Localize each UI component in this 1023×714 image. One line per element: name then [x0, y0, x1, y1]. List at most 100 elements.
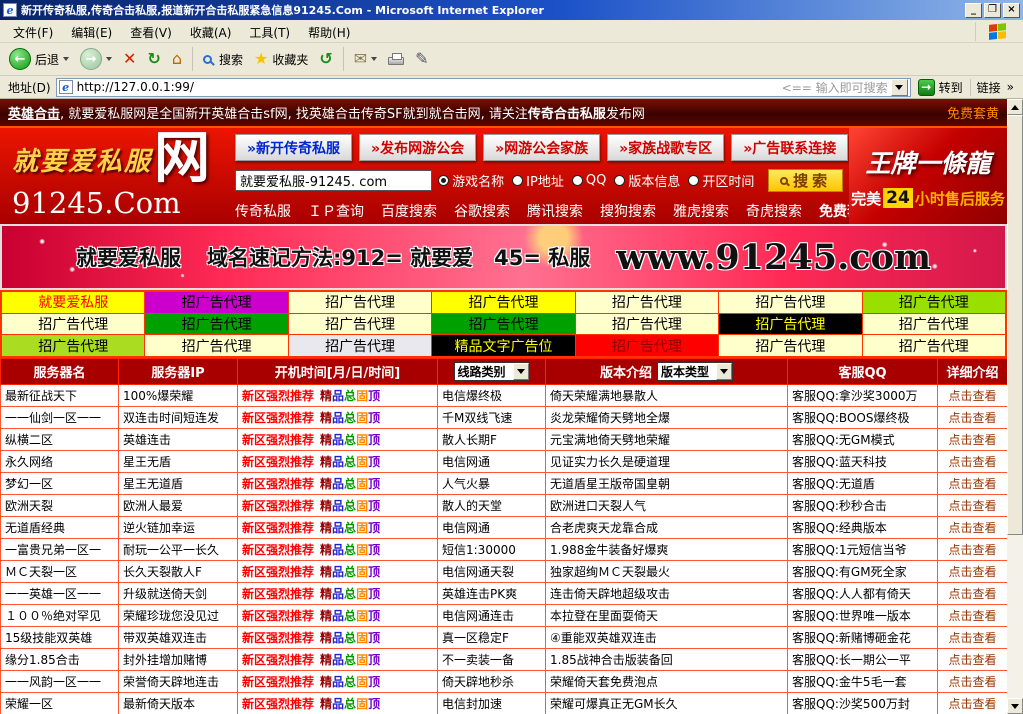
- site-logo[interactable]: 就要爱私服 网 91245.Com: [0, 128, 233, 224]
- detail-link[interactable]: 点击查看: [948, 477, 996, 491]
- ad-cell[interactable]: 就要爱私服: [2, 292, 144, 313]
- ad-cell[interactable]: 招广告代理: [863, 292, 1005, 313]
- menu-item[interactable]: 工具(T): [240, 23, 299, 43]
- quick-link[interactable]: 奇虎搜索: [746, 201, 802, 221]
- restore-button[interactable]: ❐: [984, 3, 1001, 18]
- detail-link[interactable]: 点击查看: [948, 697, 996, 711]
- quick-link[interactable]: 腾讯搜索: [527, 201, 583, 221]
- ad-cell[interactable]: 招广告代理: [719, 335, 861, 356]
- search-type-radio[interactable]: 版本信息: [614, 171, 680, 190]
- version-type-select[interactable]: 版本类型: [657, 362, 733, 381]
- quick-link[interactable]: 搜狗搜索: [600, 201, 656, 221]
- ad-cell[interactable]: 招广告代理: [432, 292, 574, 313]
- ad-cell[interactable]: 招广告代理: [145, 292, 287, 313]
- site-search-button[interactable]: 搜索: [768, 169, 843, 192]
- ad-cell[interactable]: 招广告代理: [289, 335, 431, 356]
- refresh-button[interactable]: ↻: [142, 49, 165, 69]
- home-button[interactable]: ⌂: [167, 49, 187, 69]
- detail-link[interactable]: 点击查看: [948, 609, 996, 623]
- address-field[interactable]: e <== 输入即可搜索: [56, 78, 911, 97]
- address-dropdown-button[interactable]: [891, 79, 908, 96]
- ad-cell[interactable]: 招广告代理: [719, 292, 861, 313]
- mail-dropdown-icon[interactable]: [371, 57, 377, 61]
- detail-link[interactable]: 点击查看: [948, 675, 996, 689]
- vertical-scrollbar[interactable]: [1007, 99, 1023, 714]
- search-type-radio[interactable]: 开区时间: [688, 171, 754, 190]
- detail-link[interactable]: 点击查看: [948, 631, 996, 645]
- print-button[interactable]: [383, 51, 409, 67]
- ad-cell[interactable]: 招广告代理: [719, 314, 861, 335]
- scroll-down-button[interactable]: [1007, 698, 1023, 714]
- version-select-arrow-icon[interactable]: [716, 363, 732, 380]
- forward-button[interactable]: →: [75, 46, 117, 72]
- quick-link[interactable]: ＩＰ查询: [308, 201, 364, 221]
- search-type-radio[interactable]: QQ: [572, 173, 606, 188]
- edit-button[interactable]: ✎: [410, 49, 433, 69]
- server-search-input[interactable]: [235, 170, 432, 191]
- detail-link[interactable]: 点击查看: [948, 587, 996, 601]
- go-button[interactable]: → 转到: [911, 78, 970, 97]
- ad-cell[interactable]: 招广告代理: [289, 314, 431, 335]
- ad-cell[interactable]: 招广告代理: [2, 335, 144, 356]
- ad-cell[interactable]: 招广告代理: [2, 314, 144, 335]
- menu-item[interactable]: 帮助(H): [299, 23, 359, 43]
- detail-link[interactable]: 点击查看: [948, 389, 996, 403]
- scroll-up-button[interactable]: [1007, 99, 1023, 115]
- ad-cell[interactable]: 招广告代理: [576, 292, 718, 313]
- back-dropdown-icon[interactable]: [63, 57, 69, 61]
- quick-link[interactable]: 传奇私服: [235, 201, 291, 221]
- detail-link[interactable]: 点击查看: [948, 543, 996, 557]
- back-button[interactable]: ← 后退: [4, 46, 74, 72]
- ad-cell[interactable]: 招广告代理: [145, 314, 287, 335]
- minimize-button[interactable]: _: [965, 3, 982, 18]
- detail-link[interactable]: 点击查看: [948, 499, 996, 513]
- menu-item[interactable]: 文件(F): [4, 23, 62, 43]
- detail-link[interactable]: 点击查看: [948, 455, 996, 469]
- detail-link[interactable]: 点击查看: [948, 565, 996, 579]
- mail-button[interactable]: ✉: [349, 49, 382, 69]
- nav-button[interactable]: »网游公会家族: [483, 134, 600, 161]
- stop-button[interactable]: ✕: [118, 49, 141, 69]
- notice-highlight[interactable]: 英雄合击: [8, 107, 60, 122]
- radio-icon[interactable]: [512, 175, 523, 186]
- ad-cell[interactable]: 招广告代理: [863, 314, 1005, 335]
- ad-cell[interactable]: 精品文字广告位: [432, 335, 574, 356]
- ad-cell[interactable]: 招广告代理: [289, 292, 431, 313]
- detail-link[interactable]: 点击查看: [948, 521, 996, 535]
- quick-link[interactable]: 雅虎搜索: [673, 201, 729, 221]
- service-banner[interactable]: 王牌一條龍 完美 24 小时售后服务: [849, 128, 1007, 224]
- menu-item[interactable]: 收藏(A): [181, 23, 241, 43]
- detail-link[interactable]: 点击查看: [948, 411, 996, 425]
- notice-right-link[interactable]: 免费套黄: [947, 103, 999, 122]
- favorites-button[interactable]: ★ 收藏夹: [249, 49, 313, 70]
- detail-link[interactable]: 点击查看: [948, 433, 996, 447]
- close-button[interactable]: ×: [1003, 3, 1020, 18]
- search-type-radio[interactable]: 游戏名称: [438, 171, 504, 190]
- ad-cell[interactable]: 招广告代理: [576, 335, 718, 356]
- ad-cell[interactable]: 招广告代理: [145, 335, 287, 356]
- links-bar[interactable]: 链接 »: [970, 79, 1020, 96]
- search-type-radio[interactable]: IP地址: [512, 171, 564, 190]
- ad-cell[interactable]: 招广告代理: [576, 314, 718, 335]
- nav-button[interactable]: »广告联系连接: [731, 134, 848, 161]
- nav-button[interactable]: »发布网游公会: [359, 134, 476, 161]
- nav-button[interactable]: »新开传奇私服: [235, 134, 352, 161]
- radio-icon[interactable]: [688, 175, 699, 186]
- detail-link[interactable]: 点击查看: [948, 653, 996, 667]
- forward-dropdown-icon[interactable]: [106, 57, 112, 61]
- scroll-thumb[interactable]: [1007, 115, 1023, 535]
- address-input[interactable]: [77, 80, 782, 95]
- ad-cell[interactable]: 招广告代理: [863, 335, 1005, 356]
- ad-cell[interactable]: 招广告代理: [432, 314, 574, 335]
- radio-icon[interactable]: [572, 175, 583, 186]
- history-button[interactable]: ↺: [314, 49, 337, 69]
- quick-link[interactable]: 百度搜索: [381, 201, 437, 221]
- line-type-select[interactable]: 线路类别: [454, 362, 530, 381]
- radio-icon[interactable]: [614, 175, 625, 186]
- domain-banner[interactable]: 就要爱私服 域名速记方法:912= 就要爱 45= 私服 www.91245.c…: [0, 224, 1007, 290]
- nav-button[interactable]: »家族战歌专区: [607, 134, 724, 161]
- search-button[interactable]: 搜索: [198, 49, 248, 70]
- menu-item[interactable]: 编辑(E): [62, 23, 121, 43]
- menu-item[interactable]: 查看(V): [121, 23, 181, 43]
- line-select-arrow-icon[interactable]: [513, 363, 529, 380]
